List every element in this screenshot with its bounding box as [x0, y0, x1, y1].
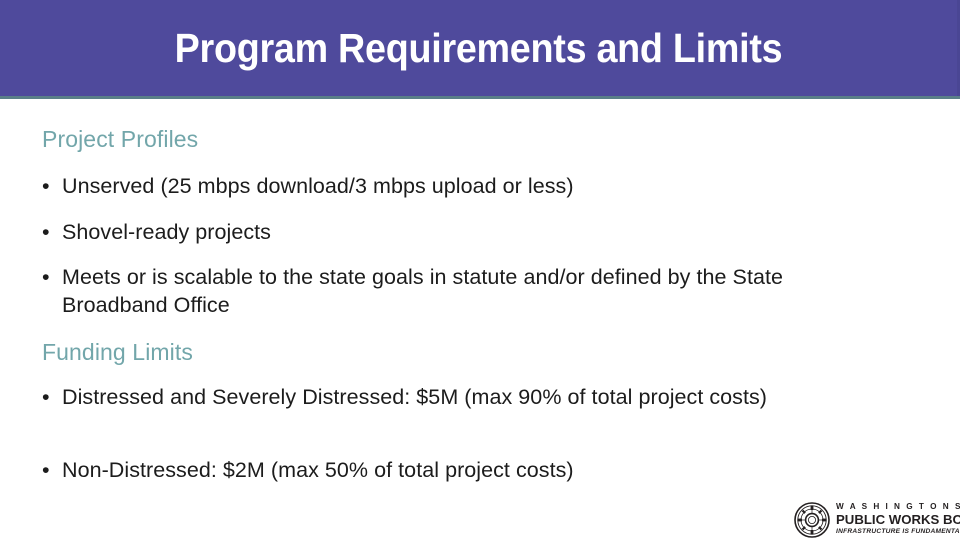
- section-heading-funding-limits: Funding Limits: [42, 339, 193, 365]
- slide-body: Project Profiles • Unserved (25 mbps dow…: [0, 108, 960, 540]
- logo-line-public-works-board: PUBLIC WORKS BOARD: [836, 512, 960, 527]
- list-item: • Non-Distressed: $2M (max 50% of total …: [40, 456, 740, 484]
- bullet-marker-icon: •: [42, 265, 50, 289]
- list-item: • Meets or is scalable to the state goal…: [40, 263, 885, 319]
- public-works-board-logo: W A S H I N G T O N S T A T E PUBLIC WOR…: [794, 501, 960, 539]
- title-banner-underline: [0, 96, 960, 99]
- list-item-text: Meets or is scalable to the state goals …: [62, 265, 783, 317]
- list-item: • Unserved (25 mbps download/3 mbps uplo…: [40, 172, 740, 200]
- list-item: • Distressed and Severely Distressed: $5…: [40, 383, 850, 411]
- bullet-marker-icon: •: [42, 458, 50, 482]
- slide: Program Requirements and Limits Project …: [0, 0, 960, 540]
- washington-state-seal-icon: [794, 502, 830, 538]
- logo-line-washington-state: W A S H I N G T O N S T A T E: [836, 502, 960, 511]
- bullet-marker-icon: •: [42, 385, 50, 409]
- logo-wordmark: W A S H I N G T O N S T A T E PUBLIC WOR…: [836, 501, 960, 539]
- logo-tagline: INFRASTRUCTURE IS FUNDAMENTAL: [836, 528, 960, 535]
- list-item: • Shovel-ready projects: [40, 218, 560, 246]
- bullet-marker-icon: •: [42, 174, 50, 198]
- list-item-text: Distressed and Severely Distressed: $5M …: [62, 385, 768, 409]
- list-item-text: Non-Distressed: $2M (max 50% of total pr…: [62, 458, 574, 482]
- list-item-text: Unserved (25 mbps download/3 mbps upload…: [62, 174, 574, 198]
- bullet-marker-icon: •: [42, 220, 50, 244]
- section-heading-project-profiles: Project Profiles: [42, 126, 199, 152]
- page-title: Program Requirements and Limits: [174, 24, 783, 71]
- list-item-text: Shovel-ready projects: [62, 220, 271, 244]
